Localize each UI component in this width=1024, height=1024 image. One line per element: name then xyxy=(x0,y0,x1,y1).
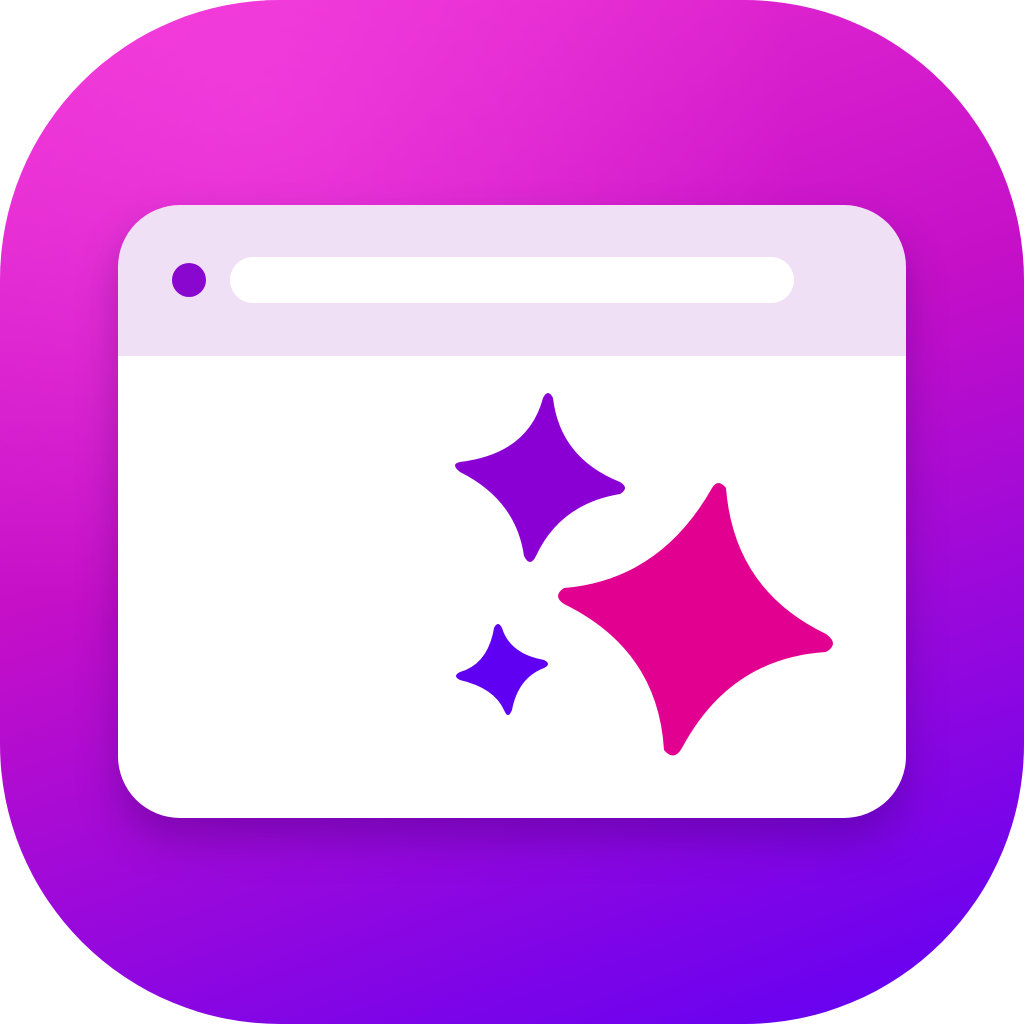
window-dot xyxy=(172,263,206,297)
app-icon xyxy=(0,0,1024,1024)
browser-window-icon xyxy=(118,205,906,818)
address-bar xyxy=(230,257,794,303)
window-body xyxy=(118,356,906,818)
